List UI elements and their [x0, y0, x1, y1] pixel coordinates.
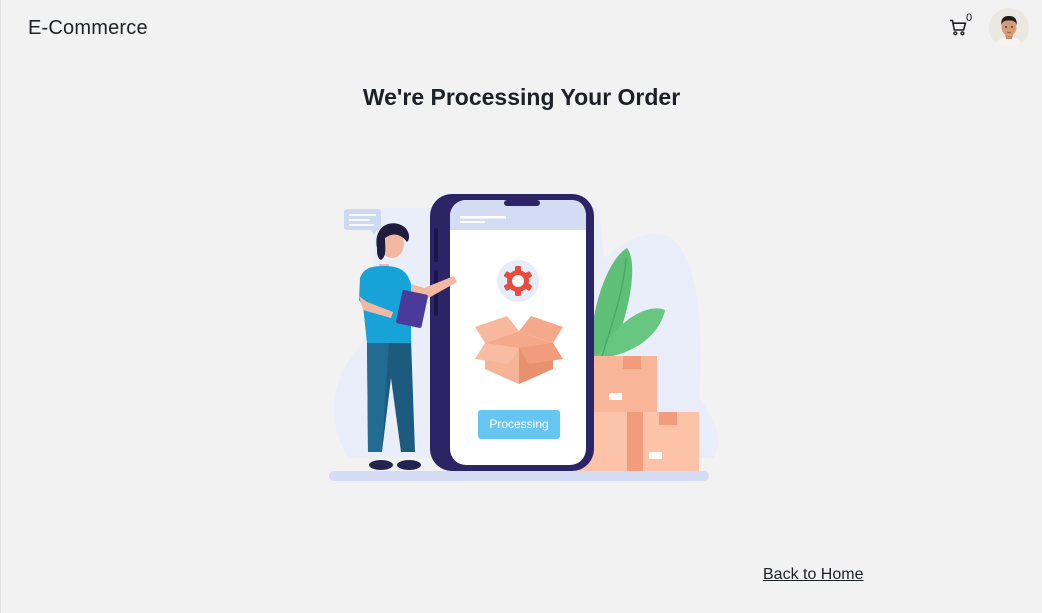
back-to-home-link[interactable]: Back to Home	[763, 566, 863, 584]
avatar-image	[989, 8, 1029, 48]
navbar: E-Commerce 0	[1, 0, 1042, 58]
order-processing-illustration	[329, 194, 719, 481]
processing-status-label: Processing	[478, 410, 560, 439]
user-avatar[interactable]	[989, 8, 1029, 48]
cart-button[interactable]: 0	[947, 12, 977, 40]
page-title: We're Processing Your Order	[362, 84, 681, 110]
brand-logo[interactable]: E-Commerce	[28, 17, 148, 40]
gear-icon	[497, 260, 539, 302]
chat-bubble-icon	[344, 209, 381, 235]
cart-icon	[950, 19, 967, 36]
cart-count-badge: 0	[966, 12, 973, 24]
